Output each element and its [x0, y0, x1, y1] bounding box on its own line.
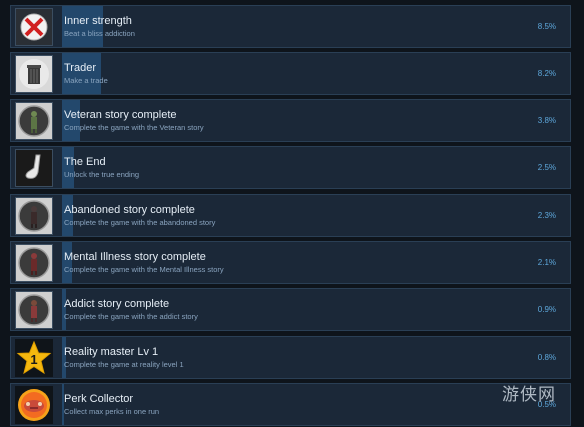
achievement-percent: 8.2% [537, 69, 556, 78]
achievement-description: Complete the game with the addict story [64, 312, 198, 321]
progress-bar [62, 6, 552, 47]
achievement-description: Collect max perks in one run [64, 407, 160, 416]
veteran-portrait-icon [15, 102, 53, 140]
trash-can-icon [15, 55, 53, 93]
abandoned-portrait-icon [15, 197, 53, 235]
achievement-description: Complete the game at reality level 1 [64, 360, 184, 369]
achievement-title: Veteran story complete [64, 109, 177, 121]
achievement-row[interactable]: Veteran story complete Complete the game… [10, 99, 571, 142]
progress-bar [62, 147, 552, 188]
achievement-row[interactable]: 1 Reality master Lv 1 Complete the game … [10, 336, 571, 379]
addict-portrait-icon [15, 291, 53, 329]
achievement-description: Complete the game with the Veteran story [64, 123, 204, 132]
achievement-percent: 2.3% [537, 211, 556, 220]
achievement-description: Make a trade [64, 76, 108, 85]
achievement-title: Addict story complete [64, 298, 170, 310]
achievement-row[interactable]: Abandoned story complete Complete the ga… [10, 194, 571, 237]
star-level-number: 1 [30, 352, 37, 367]
progress-bar [62, 53, 552, 94]
achievement-percent: 0.8% [537, 353, 556, 362]
achievement-row[interactable]: Trader Make a trade 8.2% [10, 52, 571, 95]
sock-icon [15, 149, 53, 187]
achievement-title: Abandoned story complete [64, 204, 195, 216]
achievement-percent: 8.5% [537, 22, 556, 31]
progress-bar [62, 384, 552, 425]
star-icon: 1 [15, 339, 53, 377]
achievement-row[interactable]: Inner strength Beat a bliss addiction 8.… [10, 5, 571, 48]
achievement-title: Inner strength [64, 15, 132, 27]
achievement-description: Beat a bliss addiction [64, 29, 135, 38]
achievement-percent: 0.9% [537, 305, 556, 314]
achievement-row[interactable]: The End Unlock the true ending 2.5% [10, 146, 571, 189]
achievement-title: The End [64, 156, 106, 168]
site-watermark: 游侠网 [502, 385, 556, 405]
achievement-percent: 2.5% [537, 163, 556, 172]
mental-illness-portrait-icon [15, 244, 53, 282]
achievement-title: Mental Illness story complete [64, 251, 206, 263]
achievement-row[interactable]: Mental Illness story complete Complete t… [10, 241, 571, 284]
achievement-row[interactable]: Addict story complete Complete the game … [10, 288, 571, 331]
achievement-percent: 2.1% [537, 258, 556, 267]
perk-badge-icon [15, 386, 53, 424]
no-drugs-icon [15, 8, 53, 46]
achievement-title: Perk Collector [64, 393, 134, 405]
achievement-title: Reality master Lv 1 [64, 346, 159, 358]
achievement-description: Unlock the true ending [64, 170, 140, 179]
achievement-description: Complete the game with the abandoned sto… [64, 218, 216, 227]
achievement-row[interactable]: Perk Collector Collect max perks in one … [10, 383, 571, 426]
achievement-title: Trader [64, 62, 96, 74]
achievement-percent: 3.8% [537, 116, 556, 125]
achievement-description: Complete the game with the Mental Illnes… [64, 265, 224, 274]
